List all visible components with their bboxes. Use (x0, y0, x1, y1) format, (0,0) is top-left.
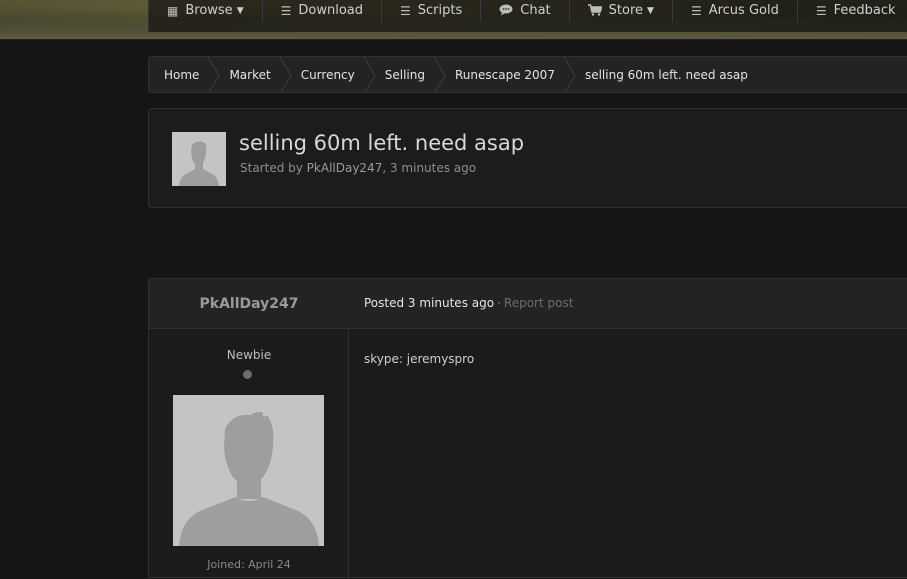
cart-icon (587, 4, 603, 18)
site-banner: ▦ Browse ▼ ☰ Download ☰ Scripts Chat Sto… (0, 0, 907, 40)
avatar[interactable] (172, 132, 226, 186)
post-author-sidebar: Newbie Joined: April 24 (149, 329, 349, 579)
breadcrumb-current: selling 60m left. need asap (570, 57, 763, 92)
list-icon: ☰ (280, 4, 292, 18)
main-nav: ▦ Browse ▼ ☰ Download ☰ Scripts Chat Sto… (148, 0, 907, 32)
nav-download[interactable]: ☰ Download (263, 0, 382, 22)
topic-author-link[interactable]: PkAllDay247 (307, 161, 383, 175)
breadcrumb-market[interactable]: Market (214, 57, 292, 92)
nav-arcus-gold[interactable]: ☰ Arcus Gold (673, 0, 798, 22)
breadcrumb-currency-label: Currency (300, 67, 355, 82)
posted-label: Posted 3 minutes ago (364, 296, 495, 310)
topic-time: , 3 minutes ago (382, 161, 477, 175)
list-icon: ☰ (690, 4, 702, 18)
chat-icon (499, 4, 513, 18)
nav-scripts-label: Scripts (417, 3, 463, 18)
list-icon: ☰ (815, 4, 827, 18)
post-author-link[interactable]: PkAllDay247 (149, 279, 349, 329)
user-silhouette-icon (172, 132, 226, 186)
nav-store-label: Store (608, 3, 644, 18)
nav-store[interactable]: Store ▼ (570, 0, 673, 22)
caret-down-icon: ▼ (236, 6, 244, 16)
list-icon: ☰ (400, 4, 411, 18)
offline-status-icon (243, 370, 252, 379)
nav-chat-label: Chat (520, 3, 551, 18)
report-post-link[interactable]: Report post (504, 296, 574, 310)
nav-download-label: Download (298, 3, 363, 18)
breadcrumb-home-label: Home (164, 67, 200, 82)
breadcrumb-runescape-2007[interactable]: Runescape 2007 (440, 57, 576, 92)
breadcrumb-currency[interactable]: Currency (286, 57, 376, 92)
user-silhouette-icon (173, 395, 324, 546)
nav-feedback-label: Feedback (833, 3, 896, 18)
member-rank: Newbie (226, 348, 272, 362)
page-title: selling 60m left. need asap (239, 131, 525, 155)
nav-browse[interactable]: ▦ Browse ▼ (149, 0, 263, 22)
post: PkAllDay247 Posted 3 minutes ago · Report … (148, 278, 907, 579)
post-date: Posted 3 minutes ago · Report post (364, 296, 573, 310)
nav-scripts[interactable]: ☰ Scripts (382, 0, 482, 22)
grid-icon: ▦ (167, 4, 179, 18)
breadcrumb-current-label: selling 60m left. need asap (584, 67, 748, 82)
topic-header: selling 60m left. need asap Started by P… (148, 108, 907, 208)
breadcrumb-market-label: Market (229, 67, 271, 82)
caret-down-icon: ▼ (647, 6, 654, 16)
nav-feedback[interactable]: ☰ Feedback (798, 0, 907, 22)
nav-browse-label: Browse (185, 3, 233, 18)
breadcrumb-selling[interactable]: Selling (370, 57, 446, 92)
nav-arcus-gold-label: Arcus Gold (708, 3, 779, 18)
breadcrumb: Home Market Currency Selling Runescape 2… (148, 56, 907, 93)
nav-chat[interactable]: Chat (481, 0, 570, 22)
breadcrumb-runescape-2007-label: Runescape 2007 (455, 67, 555, 82)
started-by-label: Started by (240, 161, 307, 175)
separator-dot: · (497, 296, 501, 310)
post-content: skype: jeremyspro (364, 352, 475, 366)
breadcrumb-home[interactable]: Home (149, 57, 221, 92)
post-avatar[interactable] (173, 395, 324, 546)
breadcrumb-selling-label: Selling (384, 67, 425, 82)
post-header: PkAllDay247 Posted 3 minutes ago · Report … (149, 279, 907, 329)
topic-meta: Started by PkAllDay247, 3 minutes ago (240, 161, 476, 175)
